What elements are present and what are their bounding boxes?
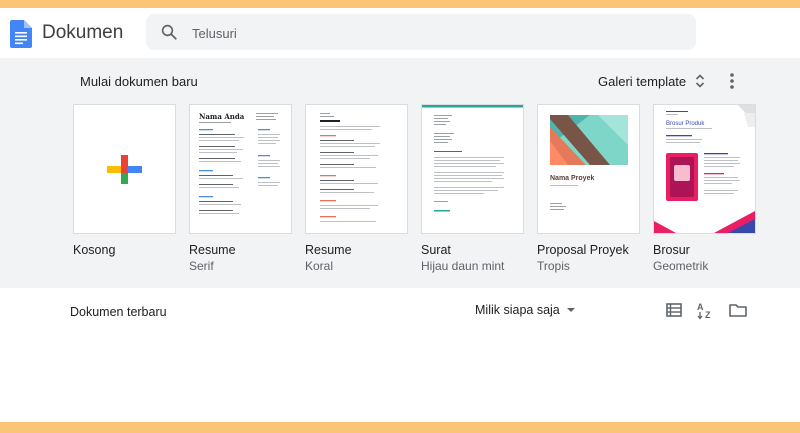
template-name: Brosur <box>653 243 690 257</box>
search-input[interactable] <box>190 14 674 52</box>
expand-collapse-icon <box>696 74 705 88</box>
template-subtitle: Koral <box>305 259 334 273</box>
template-name: Proposal Proyek <box>537 243 629 257</box>
template-brochure-geometric[interactable]: Brosur Produk Brosur Geometrik <box>653 104 756 273</box>
app-header: Dokumen <box>0 8 800 58</box>
svg-text:Z: Z <box>705 310 711 320</box>
brochure-preview: Brosur Produk <box>654 105 755 233</box>
search-bar[interactable] <box>146 14 696 52</box>
template-thumbnail[interactable] <box>305 104 408 234</box>
template-thumbnail[interactable]: Brosur Produk <box>653 104 756 234</box>
resume-serif-preview: Nama Anda <box>199 112 280 214</box>
preview-header: Brosur Produk <box>666 121 705 127</box>
preview-header: Nama Anda <box>199 112 245 121</box>
template-thumbnail[interactable] <box>73 104 176 234</box>
template-resume-serif[interactable]: Nama Anda Resume Serif <box>189 104 292 273</box>
plus-icon <box>107 155 142 184</box>
folder-picker-icon[interactable] <box>728 300 748 320</box>
preview-header: Nama Proyek <box>550 175 594 182</box>
recent-documents-title: Dokumen terbaru <box>70 305 167 319</box>
resume-coral-preview <box>320 113 380 222</box>
template-thumbnail[interactable]: Nama Proyek <box>537 104 640 234</box>
search-icon[interactable] <box>160 23 178 41</box>
docs-window: Dokumen Mulai dokumen baru Galeri templa… <box>0 8 800 422</box>
template-subtitle: Geometrik <box>653 259 709 273</box>
template-name: Kosong <box>73 243 116 257</box>
template-blank[interactable]: Kosong <box>73 104 176 259</box>
template-resume-coral[interactable]: Resume Koral <box>305 104 408 273</box>
svg-text:A: A <box>697 302 704 312</box>
template-subtitle: Tropis <box>537 259 570 273</box>
owner-filter-label: Milik siapa saja <box>475 303 560 317</box>
template-project-proposal-tropical[interactable]: Nama Proyek Proposal Proyek Tropis <box>537 104 640 273</box>
app-title[interactable]: Dokumen <box>42 22 123 44</box>
project-proposal-preview: Nama Proyek <box>550 115 628 210</box>
template-thumbnail[interactable] <box>421 104 524 234</box>
more-options-icon[interactable] <box>724 71 740 91</box>
docs-logo-icon[interactable] <box>10 20 32 48</box>
gallery-title: Mulai dokumen baru <box>80 74 198 89</box>
template-gallery: Mulai dokumen baru Galeri template Koson… <box>0 58 800 288</box>
template-name: Surat <box>421 243 451 257</box>
template-subtitle: Serif <box>189 259 214 273</box>
template-letter-mint[interactable]: Surat Hijau daun mint <box>421 104 524 273</box>
template-gallery-toggle[interactable]: Galeri template <box>598 70 705 92</box>
template-gallery-label: Galeri template <box>598 73 687 89</box>
template-thumbnail[interactable]: Nama Anda <box>189 104 292 234</box>
letter-mint-preview <box>422 105 523 212</box>
sort-az-icon[interactable]: A Z <box>696 300 716 320</box>
template-name: Resume <box>189 243 236 257</box>
template-name: Resume <box>305 243 352 257</box>
owner-filter-dropdown[interactable]: Milik siapa saja <box>475 303 576 317</box>
list-view-icon[interactable] <box>664 300 684 320</box>
dropdown-arrow-icon <box>566 308 575 312</box>
template-subtitle: Hijau daun mint <box>421 259 505 273</box>
